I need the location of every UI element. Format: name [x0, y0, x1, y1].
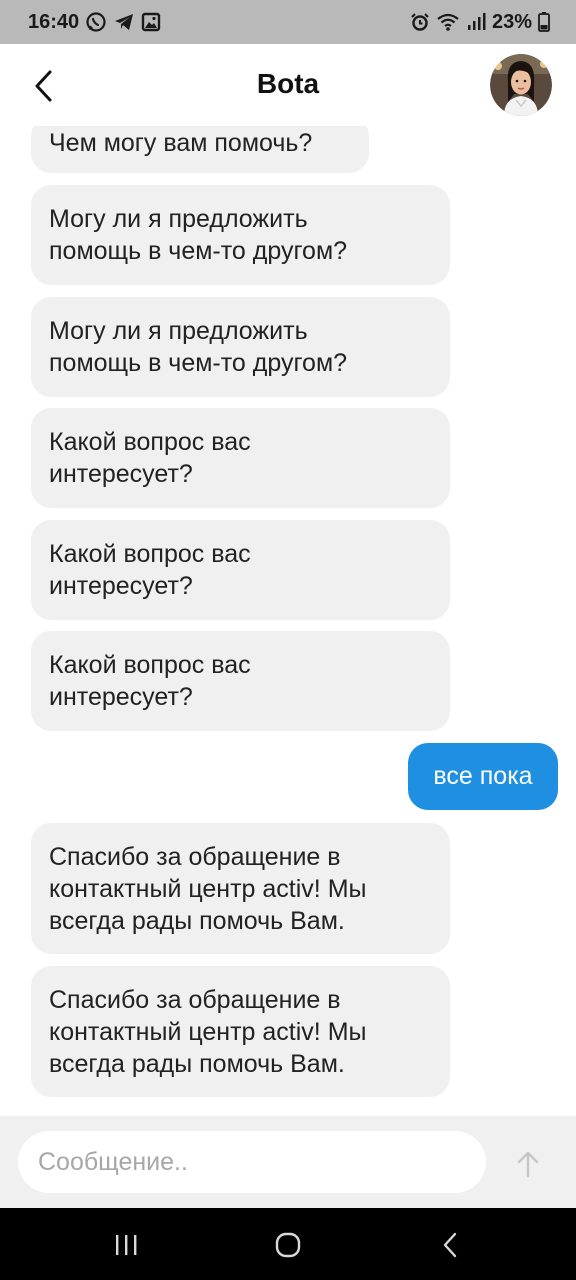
chat-header: Bota — [0, 44, 576, 126]
battery-icon — [538, 12, 550, 32]
bot-message: Какой вопрос вас интересует? — [31, 631, 450, 731]
avatar[interactable] — [490, 54, 552, 116]
bot-message: Могу ли я предложить помощь в чем-то дру… — [31, 185, 450, 285]
user-message: все пока — [408, 743, 558, 810]
recent-apps-button[interactable] — [104, 1230, 148, 1260]
bot-message: Спасибо за обращение в контактный центр … — [31, 823, 450, 954]
arrow-up-icon — [517, 1151, 539, 1178]
send-button[interactable] — [506, 1146, 550, 1182]
nav-back-button[interactable] — [428, 1230, 472, 1260]
chat-screen: 16:40 23% Bota Чем могу вам помочь? Могу… — [0, 0, 576, 1280]
bot-message: Спасибо за обращение в контактный центр … — [31, 966, 450, 1097]
alarm-icon — [410, 12, 430, 32]
telegram-icon — [113, 11, 135, 33]
bot-message: Какой вопрос вас интересует? — [31, 520, 450, 620]
battery-percent: 23% — [491, 10, 532, 33]
status-right: 23% — [410, 11, 550, 34]
status-time: 16:40 — [28, 10, 80, 33]
status-left: 16:40 — [28, 11, 161, 34]
message-input[interactable] — [18, 1131, 486, 1193]
system-nav-bar — [0, 1208, 576, 1280]
whatsapp-icon — [85, 11, 107, 33]
status-bar: 16:40 23% — [0, 0, 576, 44]
wifi-icon — [436, 12, 460, 32]
composer-bar — [0, 1116, 576, 1208]
signal-icon — [466, 12, 486, 32]
bot-message: Чем могу вам помочь? — [31, 126, 369, 173]
message-list[interactable]: Чем могу вам помочь? Могу ли я предложит… — [0, 126, 576, 1116]
back-icon — [443, 1232, 457, 1258]
home-button[interactable] — [266, 1230, 310, 1260]
bot-message: Могу ли я предложить помощь в чем-то дру… — [31, 297, 450, 397]
gallery-icon — [141, 12, 161, 32]
recent-apps-icon — [116, 1235, 137, 1255]
home-icon — [275, 1232, 301, 1258]
bot-message: Какой вопрос вас интересует? — [31, 408, 450, 508]
